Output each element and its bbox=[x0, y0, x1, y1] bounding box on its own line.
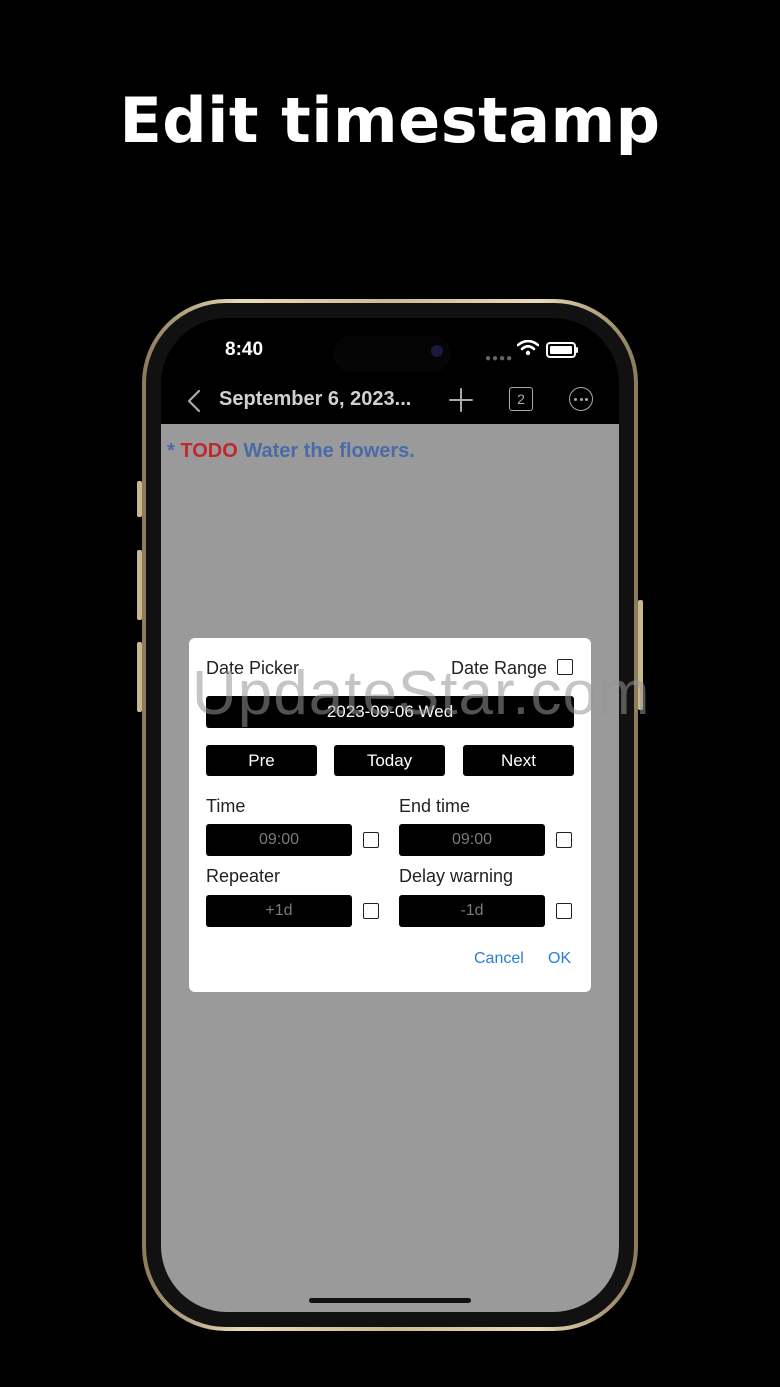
nav-title: September 6, 2023... bbox=[219, 388, 412, 410]
end-time-checkbox[interactable] bbox=[556, 832, 572, 848]
wifi-icon bbox=[517, 340, 539, 356]
time-checkbox[interactable] bbox=[363, 832, 379, 848]
todo-text: Water the flowers. bbox=[243, 440, 415, 462]
todo-entry[interactable]: * TODO Water the flowers. bbox=[167, 440, 415, 463]
action-button bbox=[137, 481, 142, 517]
repeater-input[interactable]: +1d bbox=[206, 895, 352, 927]
today-button[interactable]: Today bbox=[334, 745, 445, 776]
battery-icon bbox=[546, 342, 576, 358]
time-input[interactable]: 09:00 bbox=[206, 824, 352, 856]
more-options-icon[interactable] bbox=[569, 387, 593, 411]
date-field[interactable]: 2023-09-06 Wed bbox=[206, 696, 574, 728]
delay-warning-label: Delay warning bbox=[399, 866, 514, 886]
cellular-signal-icon: ●●●● bbox=[485, 353, 514, 364]
volume-up-button bbox=[137, 550, 142, 620]
page-headline: Edit timestamp bbox=[119, 84, 661, 157]
end-time-label: End time bbox=[399, 796, 471, 816]
tab-count-badge[interactable]: 2 bbox=[509, 387, 533, 411]
todo-bullet: * bbox=[167, 440, 175, 462]
delay-warning-checkbox[interactable] bbox=[556, 903, 572, 919]
ok-button[interactable]: OK bbox=[548, 950, 571, 968]
pre-button[interactable]: Pre bbox=[206, 745, 317, 776]
cancel-button[interactable]: Cancel bbox=[474, 950, 524, 968]
repeater-label: Repeater bbox=[206, 866, 281, 886]
repeater-checkbox[interactable] bbox=[363, 903, 379, 919]
end-time-input[interactable]: 09:00 bbox=[399, 824, 545, 856]
next-button[interactable]: Next bbox=[463, 745, 574, 776]
date-picker-label: Date Picker bbox=[206, 658, 300, 678]
back-chevron-icon[interactable] bbox=[183, 388, 207, 414]
status-bar: 8:40 ●●●● bbox=[161, 318, 619, 380]
navigation-bar: September 6, 2023... 2 bbox=[161, 380, 619, 424]
date-range-checkbox[interactable] bbox=[557, 659, 573, 675]
time-label: Time bbox=[206, 796, 246, 816]
add-icon[interactable] bbox=[447, 386, 475, 414]
camera-icon bbox=[431, 345, 443, 357]
status-time: 8:40 bbox=[225, 339, 264, 360]
home-indicator bbox=[309, 1298, 471, 1303]
todo-keyword: TODO bbox=[180, 440, 238, 462]
volume-down-button bbox=[137, 642, 142, 712]
date-range-label: Date Range bbox=[451, 658, 548, 678]
battery-tip bbox=[576, 347, 578, 353]
delay-warning-input[interactable]: -1d bbox=[399, 895, 545, 927]
power-button bbox=[638, 600, 643, 710]
timestamp-dialog: Date Picker Date Range 2023-09-06 Wed Pr… bbox=[189, 638, 591, 992]
